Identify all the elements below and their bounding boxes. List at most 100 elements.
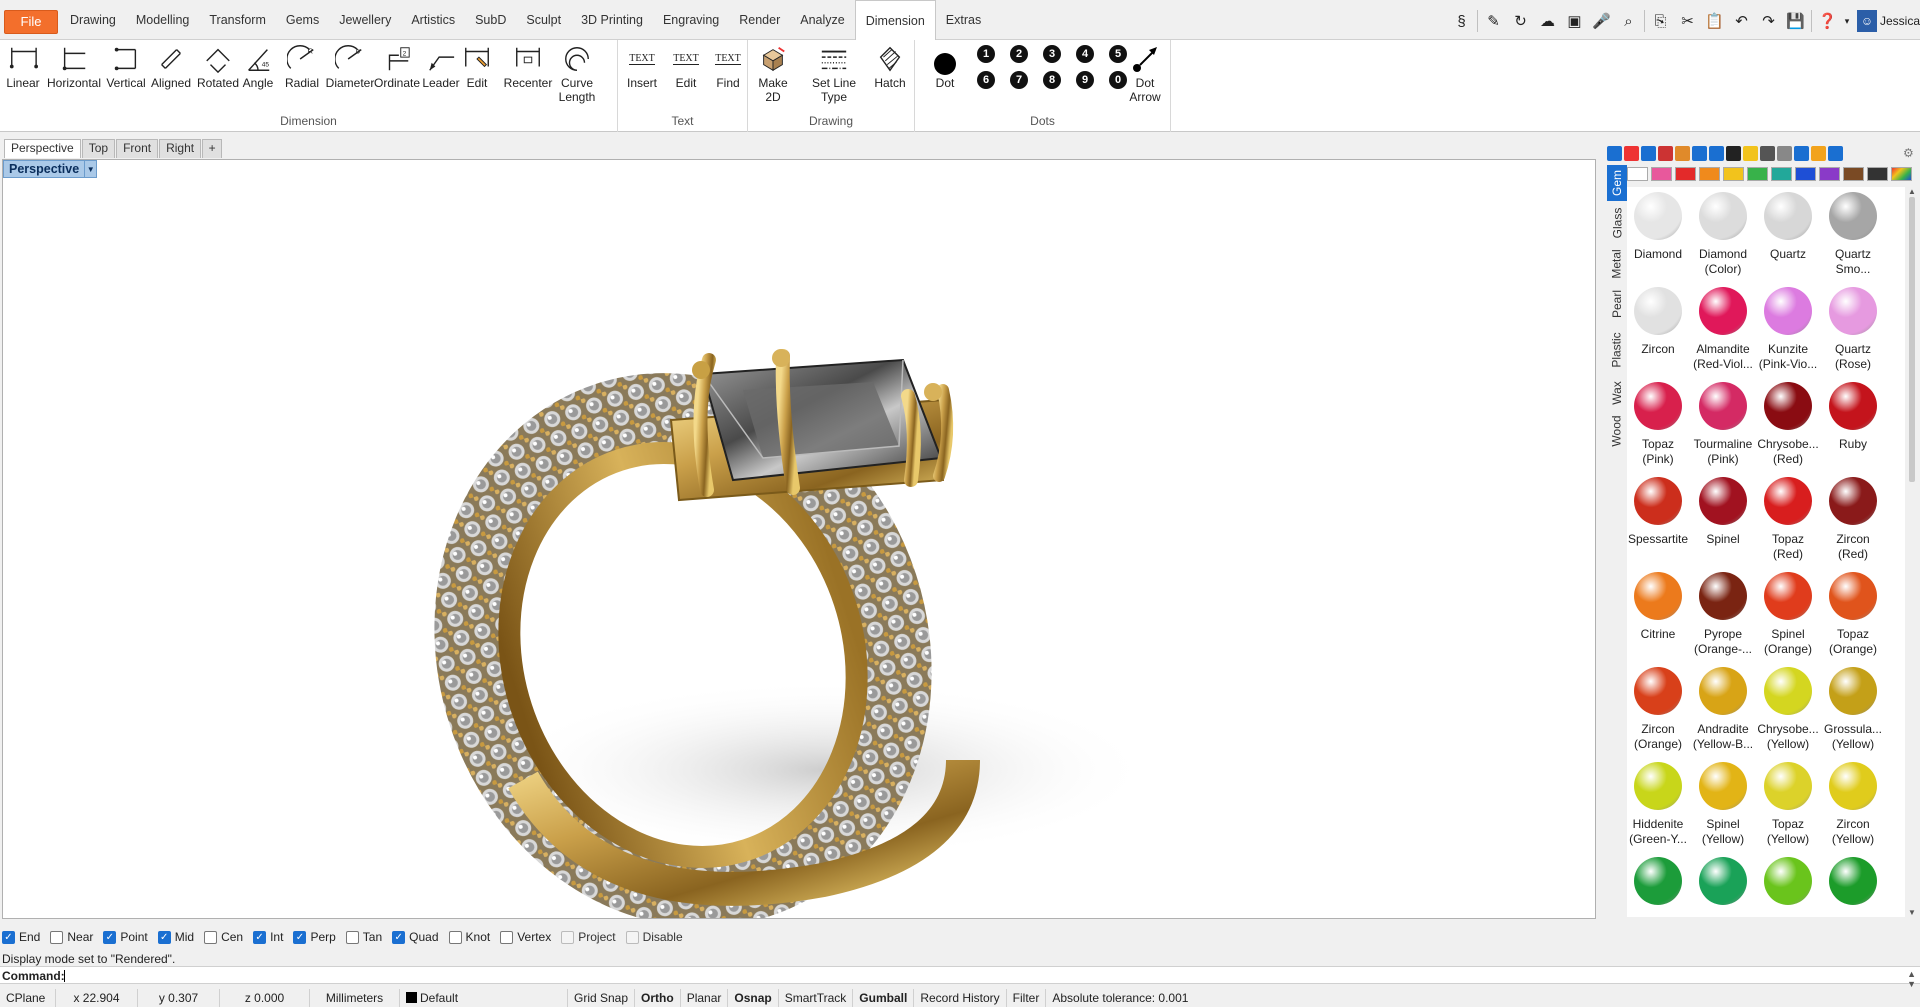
checkbox-icon[interactable] bbox=[50, 930, 64, 944]
clapper-icon[interactable]: ▣ bbox=[1561, 9, 1588, 33]
drawing-make-2d-button[interactable]: Make 2D bbox=[756, 42, 790, 104]
checkbox-icon[interactable]: ✓ bbox=[157, 930, 171, 944]
material-tab-glass[interactable]: Glass bbox=[1607, 201, 1627, 245]
gem-item[interactable]: Zircon (Red) bbox=[1821, 477, 1885, 562]
tab-artistics[interactable]: Artistics bbox=[401, 0, 465, 40]
tab-analyze[interactable]: Analyze bbox=[790, 0, 854, 40]
gem-item[interactable]: Citrine bbox=[1627, 572, 1690, 642]
gem-item[interactable]: Chrysobe... (Yellow) bbox=[1756, 667, 1820, 752]
gem-item[interactable]: Topaz (Red) bbox=[1756, 477, 1820, 562]
notification-icon[interactable] bbox=[1828, 146, 1843, 161]
cut-icon[interactable]: ✂ bbox=[1674, 9, 1701, 33]
scrollbar-thumb[interactable] bbox=[1909, 197, 1915, 482]
dimension-recenter-button[interactable]: Recenter bbox=[504, 42, 552, 90]
osnap-point[interactable]: ✓ Point bbox=[103, 930, 148, 944]
color-swatch[interactable] bbox=[1675, 167, 1696, 181]
material-tab-wax[interactable]: Wax bbox=[1607, 375, 1627, 411]
dimension-aligned-button[interactable]: Aligned bbox=[150, 42, 192, 90]
dot-4-button[interactable]: 4 bbox=[1076, 45, 1094, 63]
checkbox-icon[interactable]: ✓ bbox=[253, 930, 267, 944]
gem-item[interactable]: Quartz bbox=[1756, 192, 1820, 262]
cloud-icon[interactable]: ☁ bbox=[1534, 9, 1561, 33]
scroll-down-icon[interactable]: ▼ bbox=[1908, 908, 1916, 917]
sun-icon[interactable] bbox=[1743, 146, 1758, 161]
dropdown-arrow-icon[interactable]: ▾ bbox=[1841, 9, 1853, 33]
gem-item[interactable]: Quartz Smo... bbox=[1821, 192, 1885, 277]
tab-modelling[interactable]: Modelling bbox=[126, 0, 200, 40]
checkbox-icon[interactable] bbox=[561, 930, 575, 944]
checkbox-icon[interactable] bbox=[500, 930, 514, 944]
dimension-rotated-button[interactable]: Rotated bbox=[197, 42, 239, 90]
viewport-tab-top[interactable]: Top bbox=[81, 139, 116, 158]
microphone-icon[interactable]: 🎤 bbox=[1588, 9, 1615, 33]
camera-icon[interactable] bbox=[1726, 146, 1741, 161]
checkbox-icon[interactable]: ✓ bbox=[293, 930, 307, 944]
save-icon[interactable]: 💾 bbox=[1782, 9, 1809, 33]
file-menu-button[interactable]: File bbox=[4, 10, 58, 34]
dimension-edit-button[interactable]: Edit bbox=[463, 42, 491, 90]
paint-icon[interactable] bbox=[1624, 146, 1639, 161]
color-swatch[interactable] bbox=[1747, 167, 1768, 181]
command-scroll-icon[interactable]: ▲ ▼ bbox=[1907, 969, 1916, 989]
drawing-hatch-button[interactable]: Hatch bbox=[872, 42, 908, 90]
material-tab-metal[interactable]: Metal bbox=[1607, 245, 1627, 283]
gold-icon[interactable] bbox=[1811, 146, 1826, 161]
color-swatch[interactable] bbox=[1723, 167, 1744, 181]
dot-button[interactable]: Dot bbox=[925, 42, 965, 90]
grid-icon[interactable] bbox=[1777, 146, 1792, 161]
dimension-vertical-button[interactable]: Vertical bbox=[106, 42, 146, 90]
gem-item[interactable]: Tourmaline (Pink) bbox=[1691, 382, 1755, 467]
units-label[interactable]: Millimeters bbox=[310, 989, 400, 1007]
gem-item[interactable]: Andradite (Yellow-B... bbox=[1691, 667, 1755, 752]
dimension-leader-button[interactable]: Leader bbox=[421, 42, 461, 90]
clock-icon[interactable] bbox=[1760, 146, 1775, 161]
text-find-button[interactable]: TEXT Find bbox=[710, 42, 746, 90]
scroll-up-icon[interactable]: ▲ bbox=[1908, 187, 1916, 196]
dot-6-button[interactable]: 6 bbox=[977, 71, 995, 89]
tab-drawing[interactable]: Drawing bbox=[60, 0, 126, 40]
color-swatch[interactable] bbox=[1699, 167, 1720, 181]
color-swatch[interactable] bbox=[1843, 167, 1864, 181]
osnap-vertex[interactable]: Vertex bbox=[500, 930, 551, 944]
gem-item[interactable] bbox=[1756, 857, 1820, 912]
tab-dimension[interactable]: Dimension bbox=[854, 0, 936, 41]
color-swatch[interactable] bbox=[1819, 167, 1840, 181]
osnap-mid[interactable]: ✓ Mid bbox=[157, 930, 194, 944]
color-swatch[interactable] bbox=[1771, 167, 1792, 181]
text-insert-button[interactable]: TEXT Insert bbox=[624, 42, 660, 90]
text-edit-button[interactable]: TEXT Edit bbox=[668, 42, 704, 90]
paste-icon[interactable]: 📋 bbox=[1701, 9, 1728, 33]
tab-render[interactable]: Render bbox=[729, 0, 790, 40]
tab-gems[interactable]: Gems bbox=[276, 0, 329, 40]
osnap-knot[interactable]: Knot bbox=[448, 930, 490, 944]
render-icon[interactable] bbox=[1641, 146, 1656, 161]
gem-item[interactable]: Spinel (Yellow) bbox=[1691, 762, 1755, 847]
tab-3d-printing[interactable]: 3D Printing bbox=[571, 0, 653, 40]
material-tab-wood[interactable]: Wood bbox=[1607, 411, 1627, 451]
gem-item[interactable] bbox=[1627, 857, 1690, 912]
color-swatch[interactable] bbox=[1651, 167, 1672, 181]
panel-gear-icon[interactable]: ⚙ bbox=[1903, 146, 1918, 161]
dot-arrow-button[interactable]: Dot Arrow bbox=[1123, 42, 1167, 104]
add-viewport-tab-icon[interactable]: + bbox=[202, 139, 223, 158]
viewport-tab-right[interactable]: Right bbox=[159, 139, 202, 158]
osnap-near[interactable]: Near bbox=[50, 930, 93, 944]
osnap-perp[interactable]: ✓ Perp bbox=[293, 930, 336, 944]
gem-item[interactable]: Quartz (Rose) bbox=[1821, 287, 1885, 372]
display-icon[interactable] bbox=[1709, 146, 1724, 161]
dot-8-button[interactable]: 8 bbox=[1043, 71, 1061, 89]
perspective-viewport[interactable]: Perspective ▼ bbox=[2, 159, 1596, 919]
gem-item[interactable] bbox=[1821, 857, 1885, 912]
dimension-radial-button[interactable]: R Radial bbox=[282, 42, 322, 90]
dimension-ordinate-button[interactable]: 2 Ordinate bbox=[373, 42, 421, 90]
dimension-curve-length-button[interactable]: Curve Length bbox=[557, 42, 597, 104]
status-toggle-osnap[interactable]: Osnap bbox=[728, 989, 779, 1007]
gem-item[interactable]: Pyrope (Orange-... bbox=[1691, 572, 1755, 657]
osnap-int[interactable]: ✓ Int bbox=[253, 930, 283, 944]
material-tab-plastic[interactable]: Plastic bbox=[1607, 325, 1627, 375]
command-line[interactable]: Command: ▲ ▼ bbox=[0, 966, 1920, 989]
checkbox-icon[interactable]: ✓ bbox=[103, 930, 117, 944]
folder-icon[interactable] bbox=[1675, 146, 1690, 161]
dot-2-button[interactable]: 2 bbox=[1010, 45, 1028, 63]
material-tab-pearl[interactable]: Pearl bbox=[1607, 283, 1627, 325]
